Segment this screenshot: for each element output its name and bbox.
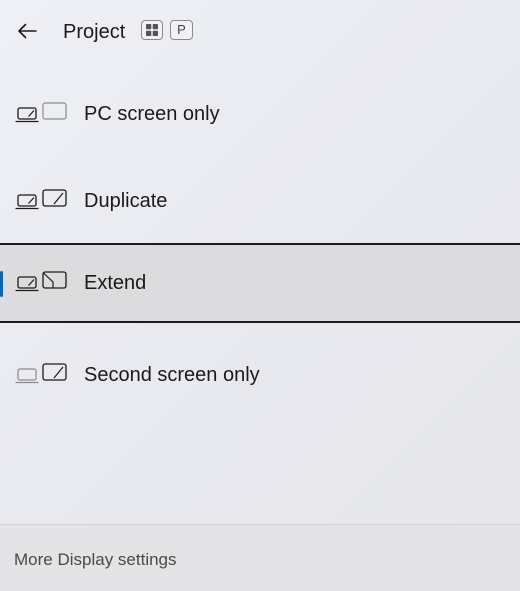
- extend-icon: [15, 271, 67, 292]
- option-extend[interactable]: Extend: [0, 243, 520, 323]
- option-label: Second screen only: [84, 364, 260, 386]
- second-screen-only-icon: [15, 363, 67, 384]
- option-pc-screen-only[interactable]: PC screen only: [0, 74, 520, 154]
- pc-screen-only-icon: [15, 102, 67, 123]
- back-button[interactable]: [10, 14, 44, 48]
- page-title: Project: [63, 21, 126, 43]
- option-label: Extend: [84, 272, 147, 294]
- flyout-header: Project P: [0, 0, 520, 64]
- flyout-footer: More Display settings: [0, 524, 520, 591]
- p-key-badge: P: [170, 20, 193, 40]
- arrow-left-icon: [18, 23, 37, 39]
- windows-key-badge: [141, 20, 163, 40]
- option-label: Duplicate: [84, 190, 168, 212]
- duplicate-icon: [15, 189, 67, 210]
- more-display-settings-link[interactable]: More Display settings: [14, 549, 177, 571]
- option-duplicate[interactable]: Duplicate: [0, 161, 520, 241]
- option-label: PC screen only: [84, 103, 220, 125]
- windows-logo-icon: [146, 24, 158, 36]
- option-second-screen-only[interactable]: Second screen only: [0, 335, 520, 415]
- selection-indicator: [0, 271, 3, 297]
